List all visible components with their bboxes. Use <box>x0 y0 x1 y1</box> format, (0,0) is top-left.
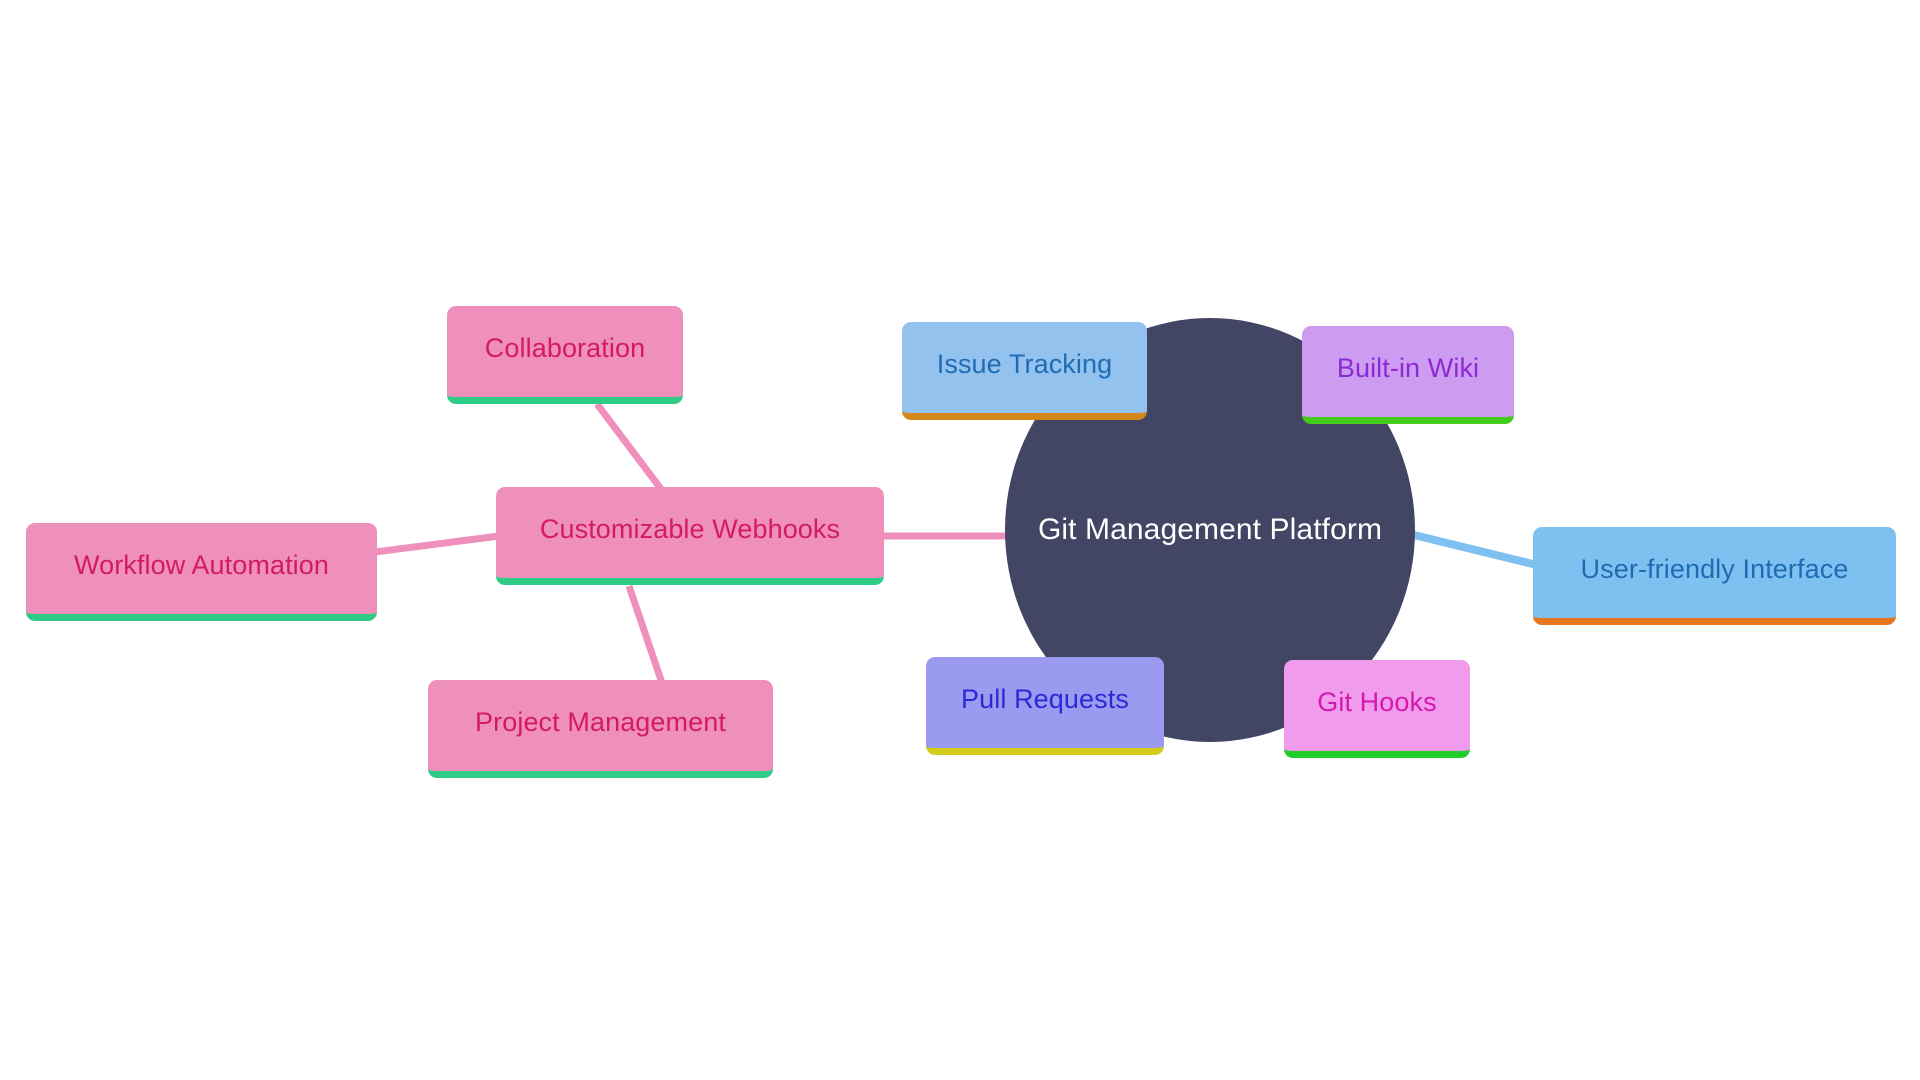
connector-webhooks-to-workflow-automation <box>374 532 500 556</box>
node-user-friendly-interface[interactable]: User-friendly Interface <box>1533 527 1896 625</box>
node-workflow-automation[interactable]: Workflow Automation <box>26 523 377 621</box>
node-label-customizable-webhooks: Customizable Webhooks <box>539 514 841 544</box>
root-node-label: Git Management Platform <box>1037 513 1383 546</box>
node-git-hooks[interactable]: Git Hooks <box>1284 660 1470 758</box>
node-project-management[interactable]: Project Management <box>428 680 773 778</box>
node-label-user-friendly-interface: User-friendly Interface <box>1580 554 1849 584</box>
node-label-issue-tracking: Issue Tracking <box>936 349 1113 379</box>
connector-webhooks-to-collaboration <box>594 401 664 492</box>
node-collaboration[interactable]: Collaboration <box>447 306 683 404</box>
node-label-workflow-automation: Workflow Automation <box>73 550 329 580</box>
connector-root-to-user-friendly-interface <box>1409 530 1538 569</box>
node-customizable-webhooks[interactable]: Customizable Webhooks <box>496 487 884 585</box>
node-built-in-wiki[interactable]: Built-in Wiki <box>1302 326 1514 424</box>
node-label-collaboration: Collaboration <box>484 333 646 363</box>
node-label-pull-requests: Pull Requests <box>961 684 1129 714</box>
node-label-git-hooks: Git Hooks <box>1317 687 1437 717</box>
mindmap-canvas: Git Management Platform Collaboration Cus… <box>0 0 1920 1080</box>
connector-webhooks-to-project-management <box>625 584 666 685</box>
node-issue-tracking[interactable]: Issue Tracking <box>902 322 1147 420</box>
node-pull-requests[interactable]: Pull Requests <box>926 657 1164 755</box>
node-label-built-in-wiki: Built-in Wiki <box>1336 353 1480 383</box>
node-label-project-management: Project Management <box>475 707 726 737</box>
